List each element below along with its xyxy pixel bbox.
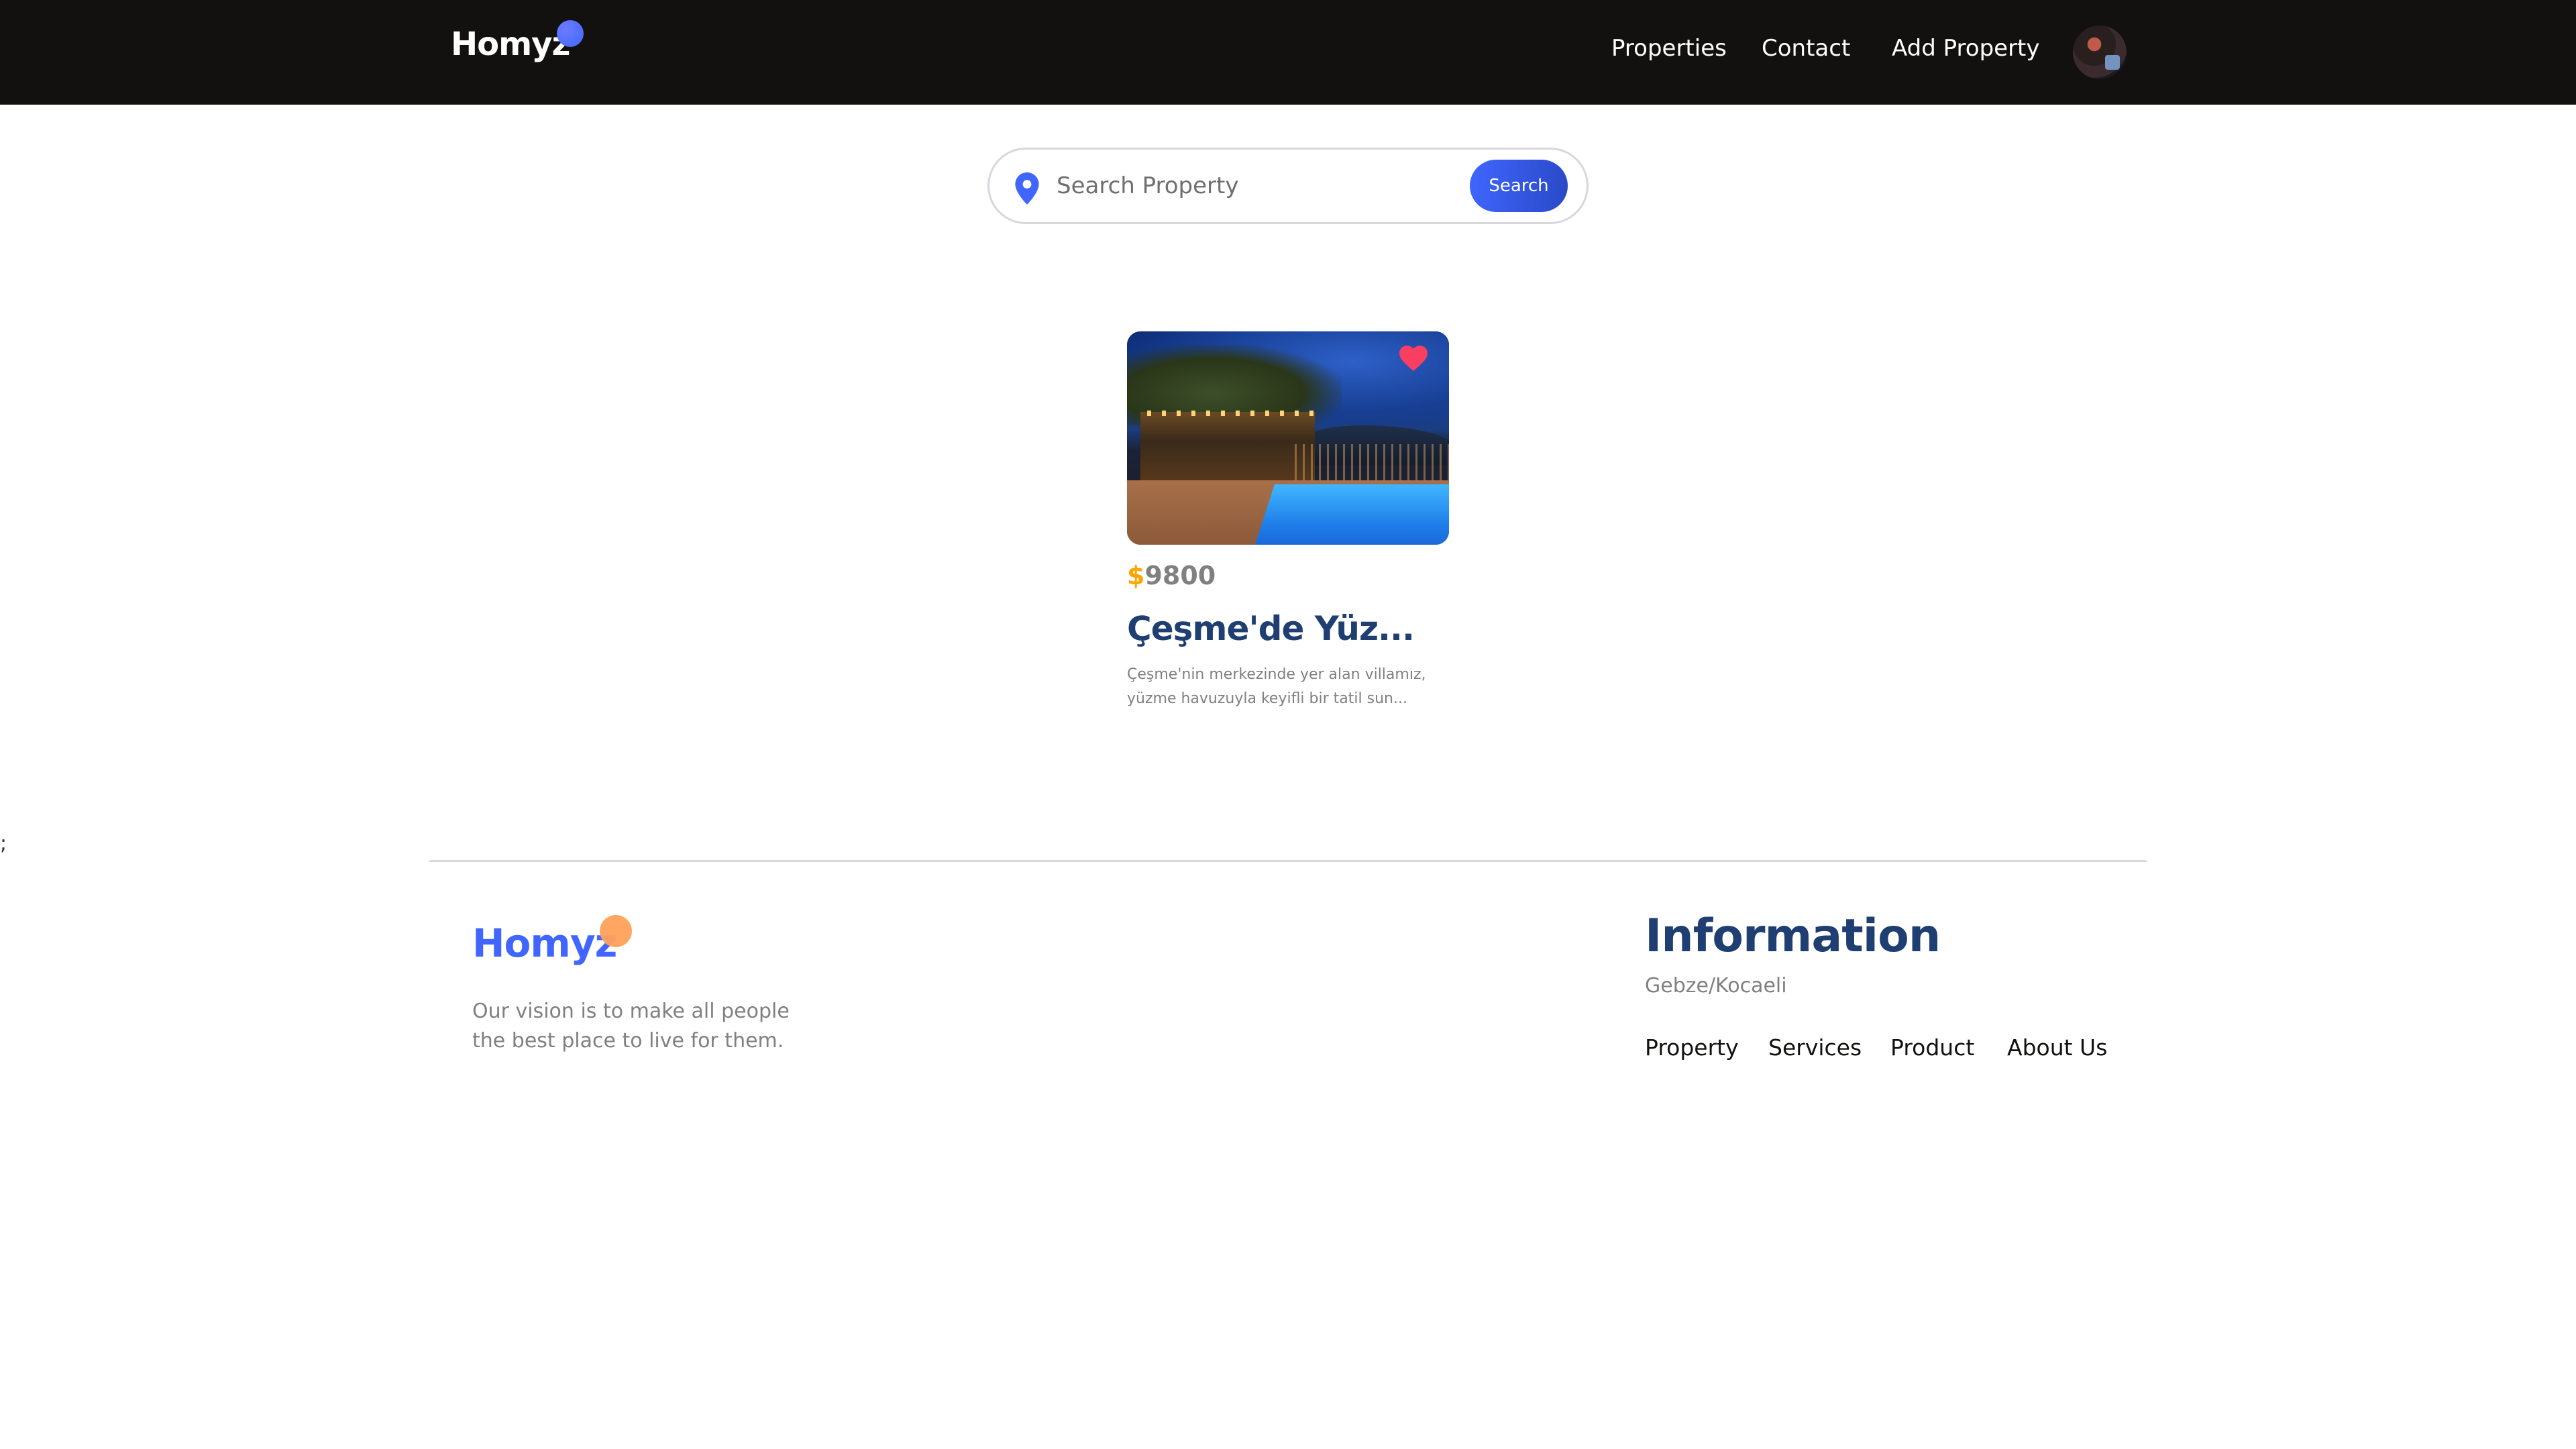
image-lights [1147, 411, 1315, 416]
property-card[interactable]: $9800 Çeşme'de Yüz... Çeşme'nin merkezin… [1127, 331, 1449, 711]
price-value: 9800 [1144, 561, 1216, 590]
footer-link-services[interactable]: Services [1768, 1034, 1862, 1061]
property-description: Çeşme'nin merkezinde yer alan villamız, … [1127, 666, 1426, 707]
user-avatar[interactable] [2073, 25, 2127, 79]
stray-text: ; [0, 832, 7, 855]
footer-address: Gebze/Kocaeli [1645, 974, 1787, 998]
footer-info-title: Information [1645, 910, 1941, 963]
footer-link-about-us[interactable]: About Us [2007, 1034, 2107, 1061]
image-railing [1295, 444, 1449, 484]
property-price: $9800 [1127, 561, 1449, 590]
property-image[interactable] [1127, 331, 1449, 545]
location-pin-icon [1015, 172, 1039, 205]
currency-symbol: $ [1127, 561, 1145, 590]
header-logo[interactable]: Homyz [451, 25, 570, 63]
nav-contact[interactable]: Contact [1762, 35, 1850, 62]
footer-link-product[interactable]: Product [1890, 1034, 1974, 1061]
nav-add-property[interactable]: Add Property [1892, 35, 2040, 62]
nav-properties[interactable]: Properties [1611, 35, 1727, 62]
footer-divider [429, 860, 2147, 862]
footer-logo-dot [600, 915, 632, 947]
search-button[interactable]: Search [1470, 160, 1568, 212]
search-input[interactable] [1057, 164, 1432, 207]
site-header: Homyz Properties Contact Add Property [0, 0, 2576, 105]
footer-link-property[interactable]: Property [1645, 1034, 1739, 1061]
property-title: Çeşme'de Yüz... [1127, 609, 1415, 648]
image-pool [1250, 484, 1449, 545]
heart-icon[interactable] [1398, 343, 1429, 372]
footer-vision: Our vision is to make all people the bes… [472, 1000, 790, 1053]
footer-logo[interactable]: Homyz [472, 920, 617, 966]
image-pergola [1140, 412, 1315, 486]
logo-dot [557, 20, 584, 47]
search-bar: Search [987, 148, 1589, 224]
